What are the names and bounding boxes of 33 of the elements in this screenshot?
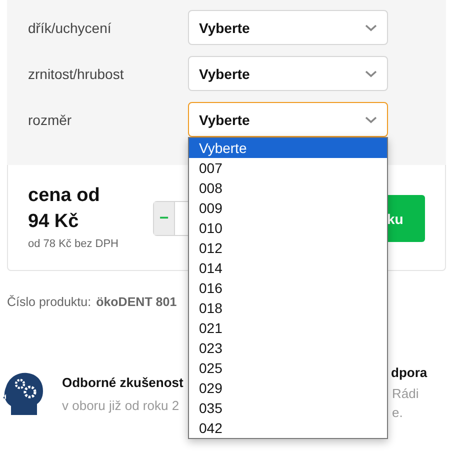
feature-title: dpora	[391, 365, 428, 380]
dropdown-option[interactable]: 007	[189, 158, 387, 178]
price-without-vat: od 78 Kč bez DPH	[28, 238, 120, 250]
dropdown-option[interactable]: 021	[189, 318, 387, 338]
dropdown-option[interactable]: 023	[189, 338, 387, 358]
feature-title: Odborné zkušenost	[62, 375, 184, 390]
select-field[interactable]: Vyberte	[188, 10, 388, 45]
feature-text: Rádi	[391, 386, 420, 401]
product-number-value: ökoDENT 801	[96, 295, 177, 309]
filter-label: dřík/uchycení	[27, 20, 112, 36]
filter-label: zrnitost/hrubost	[27, 66, 125, 82]
select-field[interactable]: Vyberte	[188, 102, 388, 137]
dropdown-option[interactable]: 012	[189, 238, 387, 258]
dropdown-option[interactable]: 014	[189, 258, 387, 278]
dropdown-option[interactable]: 042	[189, 418, 387, 438]
chevron-down-icon	[365, 116, 377, 124]
dropdown-option[interactable]: 035	[189, 398, 387, 418]
chevron-down-icon	[365, 70, 377, 78]
price-amount: 94 Kč	[28, 210, 80, 234]
dropdown-option[interactable]: 018	[189, 298, 387, 318]
dropdown-option[interactable]: 008	[189, 178, 387, 198]
dropdown-option[interactable]: 029	[189, 378, 387, 398]
product-number-label: Číslo produktu:	[7, 295, 92, 309]
dropdown-option[interactable]: Vyberte	[189, 138, 387, 158]
filter-label: rozměr	[27, 112, 73, 128]
price-heading: cena od	[28, 184, 101, 208]
dropdown-option[interactable]: 025	[189, 358, 387, 378]
feature-text: v oboru již od roku 2	[62, 398, 180, 413]
chevron-down-icon	[365, 24, 377, 32]
dropdown-option[interactable]: 016	[189, 278, 387, 298]
select-field[interactable]: Vyberte	[188, 56, 388, 91]
feature-text: e.	[391, 405, 404, 420]
head-gears-icon	[3, 372, 43, 415]
